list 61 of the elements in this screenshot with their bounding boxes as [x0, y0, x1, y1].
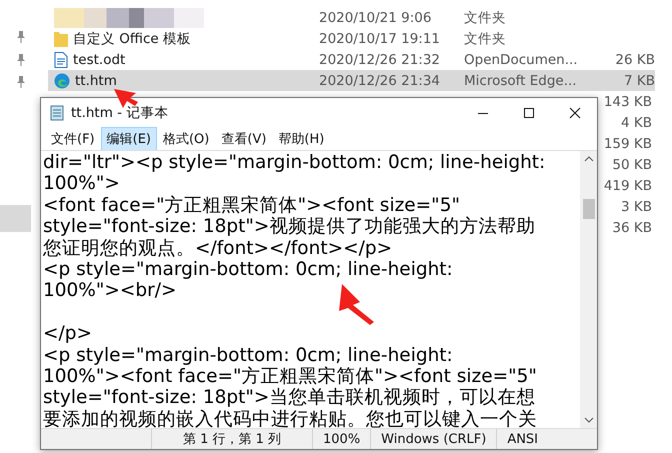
- text-line: <p style="margin-bottom: 0cm; line-height:: [43, 344, 454, 366]
- file-row[interactable]: test.odt 2020/12/26 21:32 OpenDocumen... 26 KB: [48, 49, 655, 70]
- file-size: 26 KB: [614, 52, 655, 68]
- scroll-up-icon[interactable]: [584, 155, 594, 163]
- status-text: ANSI: [506, 430, 540, 448]
- menu-item[interactable]: 查看(V): [215, 127, 272, 151]
- pin-icon[interactable]: [16, 76, 26, 88]
- file-name: 自定义 Office 模板: [73, 30, 191, 48]
- close-icon[interactable]: [569, 107, 581, 119]
- status-text: Windows (CRLF): [371, 429, 498, 449]
- file-date: 2020/10/21 9:06: [319, 10, 432, 26]
- text-line: <p style="margin-bottom: 0cm; line-height:: [43, 258, 454, 280]
- text-line: 100%"><br/>: [43, 280, 178, 302]
- window-title: tt.htm - 记事本: [71, 104, 168, 122]
- file-size: 7 KB: [623, 72, 655, 88]
- document-icon: [54, 52, 68, 68]
- scroll-down-icon[interactable]: [584, 416, 594, 424]
- file-date: 2020/10/17 19:11: [319, 30, 442, 46]
- pin-icon[interactable]: [16, 54, 26, 66]
- file-row[interactable]: 自定义 Office 模板 2020/10/17 19:11 文件夹: [48, 28, 655, 49]
- folder-icon: [54, 30, 68, 46]
- text-line: style="font-size: 18pt">当您单击联机视频时，可以在想: [43, 387, 536, 409]
- file-name: test.odt: [73, 52, 126, 68]
- status-text: 第 1 行，第 1 列: [152, 429, 313, 449]
- file-row[interactable]: tt.htm 2020/12/26 21:34 Microsoft Edge... 7 KB: [48, 70, 655, 91]
- file-size[interactable]: 4 KB: [621, 114, 652, 130]
- text-line: style="font-size: 18pt">视频提供了功能强大的方法帮助: [43, 216, 536, 238]
- file-size[interactable]: 36 KB: [612, 220, 652, 236]
- file-size[interactable]: 419 KB: [604, 178, 652, 194]
- file-type: 文件夹: [464, 30, 507, 48]
- text-line: 您证明您的观点。</font></font></p>: [43, 238, 394, 259]
- file-size[interactable]: 3 KB: [621, 198, 652, 214]
- file-row[interactable]: 2020/10/21 9:06 文件夹: [48, 7, 655, 28]
- file-type: Microsoft Edge...: [464, 72, 578, 88]
- file-size[interactable]: 143 KB: [604, 94, 652, 110]
- file-name: tt.htm: [75, 72, 117, 88]
- notepad-icon: [49, 105, 65, 121]
- annotation-arrow: [339, 284, 374, 325]
- scrollbar[interactable]: [580, 151, 597, 428]
- file-date: 2020/12/26 21:32: [319, 52, 442, 68]
- file-size[interactable]: 50 KB: [612, 156, 652, 172]
- file-type: OpenDocumen...: [464, 52, 579, 68]
- text-line: dir="ltr"><p style="margin-bottom: 0cm; line-height:: [43, 152, 546, 174]
- file-date: 2020/12/26 21:34: [319, 72, 442, 88]
- text-line: 要添加的视频的嵌入代码中进行粘贴。您也可以键入一个关: [43, 408, 538, 428]
- status-text: 100%: [313, 429, 372, 449]
- text-line: 100%"><font face="方正粗黑宋简体"><font size="5": [43, 366, 538, 388]
- menu-item[interactable]: 文件(F): [45, 127, 101, 151]
- text-line: <font face="方正粗黑宋简体"><font size="5": [43, 194, 460, 216]
- text-line: </p>: [43, 323, 93, 345]
- file-type: 文件夹: [464, 8, 507, 26]
- pin-icon[interactable]: [16, 31, 26, 43]
- maximize-icon[interactable]: [523, 107, 535, 119]
- scrollbar-thumb[interactable]: [582, 199, 594, 219]
- menu-item[interactable]: 帮助(H): [272, 127, 330, 151]
- annotation-arrow: [114, 89, 138, 108]
- file-size[interactable]: 159 KB: [604, 136, 652, 152]
- text-line: 100%">: [43, 173, 121, 195]
- menu-item[interactable]: 格式(O): [156, 127, 216, 151]
- browser-icon: [54, 72, 70, 88]
- menu-item[interactable]: 编辑(E): [100, 127, 157, 151]
